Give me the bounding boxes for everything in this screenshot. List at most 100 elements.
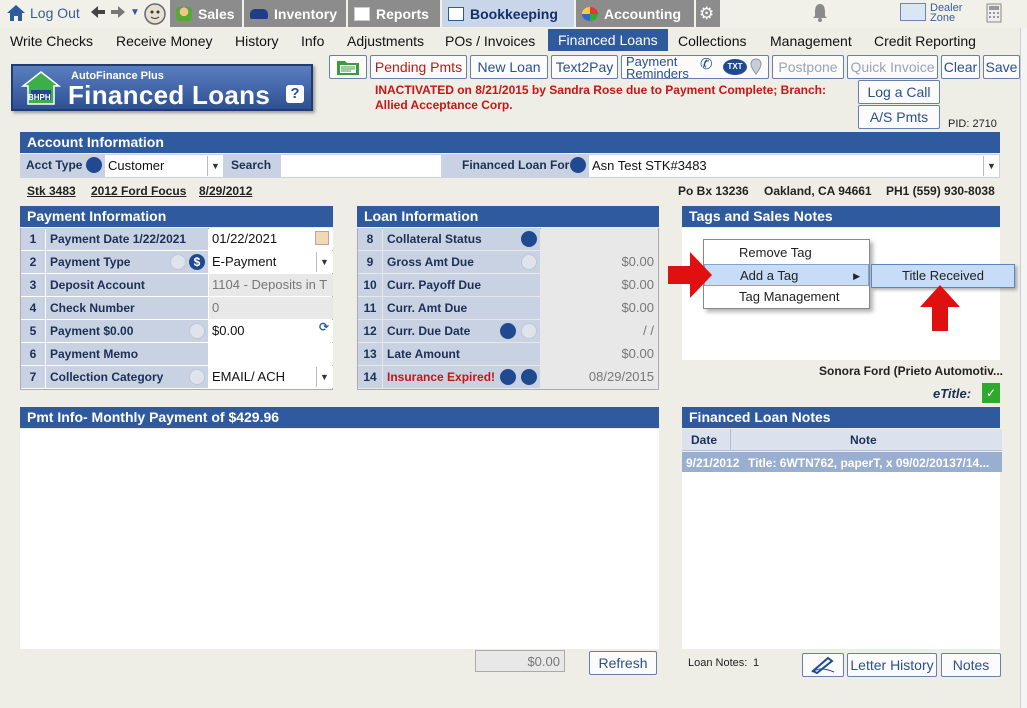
row-number: 1 <box>21 228 45 250</box>
bell-icon[interactable] <box>811 3 829 23</box>
tag-management-menu-item[interactable]: Tag Management <box>704 286 869 308</box>
lookup-arrow-icon[interactable] <box>521 323 537 339</box>
payment-type-select[interactable]: E-Payment <box>209 251 333 273</box>
collection-category-select[interactable]: EMAIL/ ACH <box>209 366 333 388</box>
clear-button[interactable]: Clear <box>941 55 980 79</box>
submenu-write-checks[interactable]: Write Checks <box>10 33 93 49</box>
logout-link[interactable]: Log Out <box>6 4 80 22</box>
log-call-button[interactable]: Log a Call <box>858 80 940 104</box>
back-arrow-icon[interactable] <box>90 5 106 19</box>
date-column-header[interactable]: Date <box>691 433 717 447</box>
chevron-down-icon[interactable]: ▼ <box>316 252 332 272</box>
tab-accounting[interactable]: Accounting <box>576 0 694 27</box>
phone-number: PH1 (559) 930-8038 <box>886 184 995 198</box>
postpone-button[interactable]: Postpone <box>772 55 844 79</box>
chevron-down-icon[interactable]: ▼ <box>983 156 999 176</box>
printer-icon[interactable] <box>500 369 516 385</box>
add-tag-menu-item[interactable]: Add a Tag ▶ <box>704 264 869 286</box>
history-navigation[interactable]: ▼ <box>90 5 140 19</box>
collateral-status-value <box>541 228 658 250</box>
page-scrollbar[interactable] <box>1020 28 1027 708</box>
submenu-info[interactable]: Info <box>301 33 324 49</box>
acct-type-label: Acct Type <box>26 158 83 172</box>
submenu-pos-invoices[interactable]: POs / Invoices <box>445 33 535 49</box>
date-link[interactable]: 8/29/2012 <box>199 184 252 198</box>
payment-memo-label: Payment Memo <box>46 343 208 365</box>
pen-icon <box>811 656 835 675</box>
chevron-down-icon[interactable]: ▼ <box>130 7 140 18</box>
late-amount-label: Late Amount <box>383 343 540 365</box>
gear-icon: ⚙ <box>699 4 715 23</box>
lookup-arrow-icon[interactable] <box>570 157 586 173</box>
home-icon <box>7 5 25 21</box>
stock-number-link[interactable]: Stk 3483 <box>27 184 76 198</box>
current-amount-due-value: $0.00 <box>541 297 658 319</box>
submenu-history[interactable]: History <box>235 33 279 49</box>
lookup-arrow-icon[interactable] <box>170 254 186 270</box>
lookup-arrow-icon[interactable] <box>521 369 537 385</box>
tab-reports[interactable]: Reports <box>348 0 440 27</box>
search-input[interactable] <box>281 155 441 177</box>
submenu-financed-loans[interactable]: Financed Loans <box>548 29 668 51</box>
lookup-arrow-icon[interactable] <box>189 323 205 339</box>
chevron-down-icon[interactable]: ▼ <box>207 156 223 176</box>
submenu-collections[interactable]: Collections <box>678 33 746 49</box>
page-title: Financed Loans <box>68 80 271 110</box>
save-button[interactable]: Save <box>983 55 1020 79</box>
edit-note-button[interactable] <box>802 653 844 677</box>
submenu-adjustments[interactable]: Adjustments <box>347 33 424 49</box>
late-amount-value: $0.00 <box>541 343 658 365</box>
search-label: Search <box>231 158 272 172</box>
payment-memo-input[interactable] <box>209 343 333 365</box>
payment-reminders-button[interactable]: Payment Reminders ✆ TXT <box>621 55 769 80</box>
tab-bookkeeping[interactable]: Bookkeeping <box>442 0 574 27</box>
folder-icon <box>337 61 359 75</box>
row-number: 6 <box>21 343 45 365</box>
row-number: 12 <box>358 320 382 342</box>
notes-button[interactable]: Notes <box>941 653 1001 677</box>
pid-label: PID: 2710 <box>948 118 997 130</box>
tab-sales[interactable]: Sales <box>170 0 242 27</box>
refresh-button[interactable]: Refresh <box>589 651 657 675</box>
submenu-management[interactable]: Management <box>770 33 852 49</box>
row-number: 4 <box>21 297 45 319</box>
tab-inventory[interactable]: Inventory <box>244 0 346 27</box>
quick-invoice-button[interactable]: Quick Invoice <box>847 55 938 79</box>
printer-icon[interactable] <box>500 323 516 339</box>
submenu-credit-reporting[interactable]: Credit Reporting <box>874 33 976 49</box>
text2pay-button[interactable]: Text2Pay <box>551 55 618 79</box>
new-loan-button[interactable]: New Loan <box>470 55 548 79</box>
dealer-zone-link[interactable]: Dealer Zone <box>900 3 962 24</box>
submenu-receive-money[interactable]: Receive Money <box>116 33 213 49</box>
forward-arrow-icon[interactable] <box>110 5 126 19</box>
user-avatar-icon[interactable] <box>144 3 166 25</box>
location-pin-icon <box>750 58 762 75</box>
as-payments-button[interactable]: A/S Pmts <box>858 105 940 129</box>
txt-icon: TXT <box>723 59 747 75</box>
lookup-arrow-icon[interactable] <box>86 157 102 173</box>
chevron-down-icon[interactable]: ▼ <box>316 367 332 387</box>
acct-type-select[interactable]: Customer <box>105 155 223 177</box>
refresh-icon[interactable]: ⟳ <box>319 320 329 334</box>
row-number: 3 <box>21 274 45 296</box>
lookup-arrow-icon[interactable] <box>189 369 205 385</box>
dollar-icon[interactable]: $ <box>189 254 205 270</box>
row-number: 11 <box>358 297 382 319</box>
vehicle-link[interactable]: 2012 Ford Focus <box>91 184 186 198</box>
lookup-arrow-icon[interactable] <box>521 231 537 247</box>
calculator-icon[interactable] <box>986 3 1002 23</box>
note-column-header[interactable]: Note <box>850 433 877 447</box>
calendar-icon[interactable] <box>315 231 329 245</box>
payment-amount-input[interactable]: $0.00 <box>209 320 333 342</box>
folder-button[interactable] <box>329 55 367 79</box>
table-row[interactable]: 9/21/2012 Title: 6WTN762, paperT, x 09/0… <box>682 452 1002 472</box>
help-icon[interactable]: ? <box>286 85 304 103</box>
letter-history-button[interactable]: Letter History <box>847 653 937 677</box>
financed-loan-for-select[interactable]: Asn Test STK#3483 <box>589 155 999 177</box>
check-number-label: Check Number <box>46 297 208 319</box>
settings-button[interactable]: ⚙ <box>696 0 720 27</box>
lookup-arrow-icon[interactable] <box>521 254 537 270</box>
remove-tag-menu-item[interactable]: Remove Tag <box>704 242 869 264</box>
book-icon <box>448 6 464 21</box>
pending-payments-button[interactable]: Pending Pmts <box>370 55 467 79</box>
